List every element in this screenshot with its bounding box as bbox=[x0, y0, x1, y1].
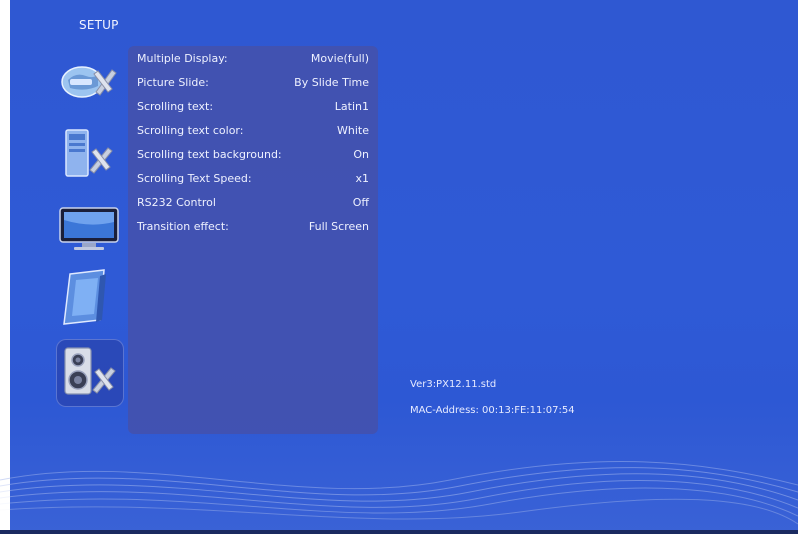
device-info: Ver3:PX12.11.std MAC-Address: 00:13:FE:1… bbox=[410, 378, 575, 430]
decorative-waves bbox=[0, 461, 798, 525]
menu-item-scrolling-text-color[interactable]: Scrolling text color: White bbox=[137, 121, 369, 141]
display-settings-icon[interactable] bbox=[56, 198, 122, 260]
menu-item-label: Scrolling Text Speed: bbox=[137, 172, 252, 185]
menu-item-label: Scrolling text background: bbox=[137, 148, 282, 161]
general-settings-icon[interactable] bbox=[56, 52, 122, 114]
menu-item-scrolling-text-background[interactable]: Scrolling text background: On bbox=[137, 145, 369, 165]
firmware-version: Ver3:PX12.11.std bbox=[410, 379, 497, 390]
menu-item-value: Latin1 bbox=[334, 100, 369, 113]
menu-item-scrolling-text[interactable]: Scrolling text: Latin1 bbox=[137, 97, 369, 117]
menu-item-value: On bbox=[353, 148, 369, 161]
file-settings-icon[interactable] bbox=[56, 266, 122, 328]
menu-item-label: RS232 Control bbox=[137, 196, 216, 209]
screen-bottom-edge bbox=[0, 530, 798, 534]
menu-item-label: Transition effect: bbox=[137, 220, 229, 233]
menu-item-label: Picture Slide: bbox=[137, 76, 209, 89]
settings-menu-panel: Multiple Display: Movie(full) Picture Sl… bbox=[128, 46, 378, 434]
page-title: SETUP bbox=[79, 18, 119, 32]
menu-item-transition-effect[interactable]: Transition effect: Full Screen bbox=[137, 217, 369, 237]
menu-item-label: Multiple Display: bbox=[137, 52, 228, 65]
menu-item-value: x1 bbox=[355, 172, 369, 185]
menu-item-scrolling-text-speed[interactable]: Scrolling Text Speed: x1 bbox=[137, 169, 369, 189]
mac-address: MAC-Address: 00:13:FE:11:07:54 bbox=[410, 405, 575, 416]
menu-item-label: Scrolling text color: bbox=[137, 124, 244, 137]
menu-item-label: Scrolling text: bbox=[137, 100, 214, 113]
menu-item-picture-slide[interactable]: Picture Slide: By Slide Time bbox=[137, 73, 369, 93]
menu-item-value: Off bbox=[352, 196, 369, 209]
menu-item-value: By Slide Time bbox=[294, 76, 369, 89]
menu-item-value: Full Screen bbox=[308, 220, 369, 233]
menu-item-value: Movie(full) bbox=[310, 52, 369, 65]
menu-item-rs232-control[interactable]: RS232 Control Off bbox=[137, 193, 369, 213]
device-settings-icon[interactable] bbox=[56, 124, 122, 186]
menu-item-value: White bbox=[337, 124, 369, 137]
setup-screen: SETUP Multiple Display: Movie(full) Pict… bbox=[0, 0, 798, 534]
menu-item-multiple-display[interactable]: Multiple Display: Movie(full) bbox=[137, 49, 369, 69]
audio-settings-icon[interactable] bbox=[56, 339, 124, 407]
